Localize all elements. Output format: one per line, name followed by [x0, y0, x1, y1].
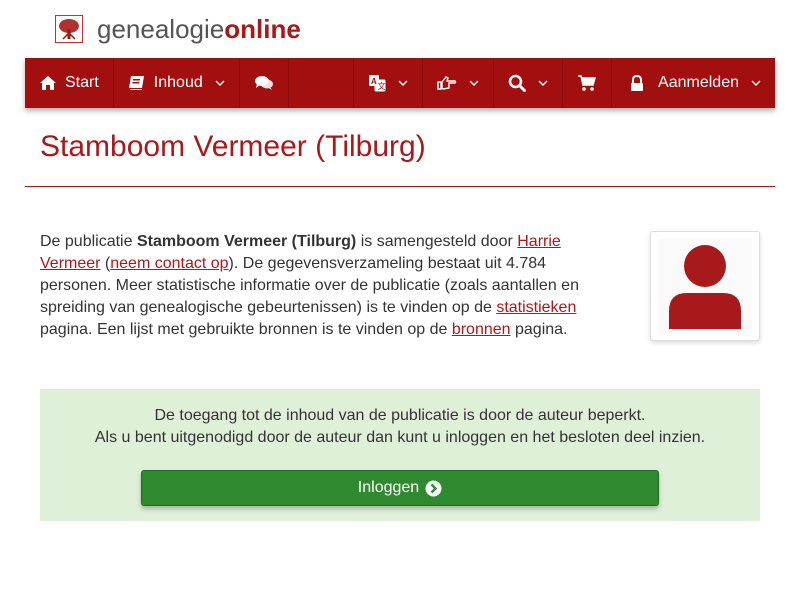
nav-forum[interactable] — [240, 58, 289, 108]
logo-text-part2: online — [224, 14, 301, 44]
publication-description: De publicatie Stamboom Vermeer (Tilburg)… — [40, 231, 600, 341]
lock-icon — [631, 74, 644, 91]
chevron-down-icon — [215, 80, 225, 86]
user-icon — [669, 245, 741, 329]
nav-aanmelden-label: Aanmelden — [658, 74, 739, 91]
comments-icon — [254, 76, 273, 90]
login-button-label: Inloggen — [357, 479, 420, 496]
translate-icon: A文 — [369, 75, 386, 92]
nav-cart[interactable] — [563, 58, 613, 108]
publication-name: Stamboom Vermeer (Tilburg) — [136, 233, 357, 250]
nav-spacer — [289, 58, 355, 108]
access-restricted-notice: De toegang tot de inhoud van de publicat… — [40, 389, 760, 521]
nav-aanmelden[interactable]: Aanmelden — [612, 58, 775, 108]
nav-start[interactable]: Start — [25, 58, 114, 108]
desc-text: pagina. — [510, 321, 568, 338]
nav-inhoud[interactable]: Inhoud — [114, 58, 240, 108]
chevron-down-icon — [751, 80, 761, 86]
login-button[interactable]: Inloggen — [141, 470, 659, 506]
statistics-link[interactable]: statistieken — [496, 299, 576, 316]
nav-search[interactable] — [494, 58, 564, 108]
contact-link[interactable]: neem contact op — [110, 255, 228, 272]
search-icon — [508, 74, 527, 92]
notice-line-1: De toegang tot de inhoud van de publicat… — [154, 407, 646, 424]
cart-icon — [578, 75, 597, 91]
desc-text: is samengesteld door — [356, 233, 518, 250]
logo-text-part1: genealogie — [97, 14, 225, 44]
main-navbar: Start Inhoud A文 Aanmelden — [25, 58, 775, 108]
svg-text:A: A — [371, 77, 377, 86]
notice-line-2: Als u bent uitgenodigd door de auteur da… — [94, 429, 706, 446]
nav-language[interactable]: A文 — [354, 58, 424, 108]
title-divider — [25, 186, 775, 187]
book-icon — [128, 76, 144, 90]
desc-text: pagina. Een lijst met gebruikte bronnen … — [40, 321, 452, 338]
site-logo[interactable]: genealogieonline — [55, 14, 301, 44]
sources-link[interactable]: bronnen — [452, 321, 511, 338]
home-icon — [40, 76, 56, 90]
nav-start-label: Start — [65, 74, 99, 91]
svg-text:文: 文 — [378, 81, 386, 91]
nav-inhoud-label: Inhoud — [153, 74, 203, 91]
page-title: Stamboom Vermeer (Tilburg) — [40, 130, 426, 163]
chevron-circle-right-icon — [425, 480, 442, 496]
chevron-down-icon — [469, 80, 479, 86]
chevron-down-icon — [398, 80, 408, 86]
desc-text: De publicatie — [40, 233, 137, 250]
nav-share[interactable] — [423, 58, 495, 108]
hand-pointer-icon — [437, 76, 457, 90]
tree-icon — [55, 15, 83, 43]
logo-text: genealogieonline — [97, 14, 301, 44]
author-avatar — [650, 231, 760, 341]
chevron-down-icon — [538, 80, 548, 86]
avatar-inner — [658, 239, 752, 333]
